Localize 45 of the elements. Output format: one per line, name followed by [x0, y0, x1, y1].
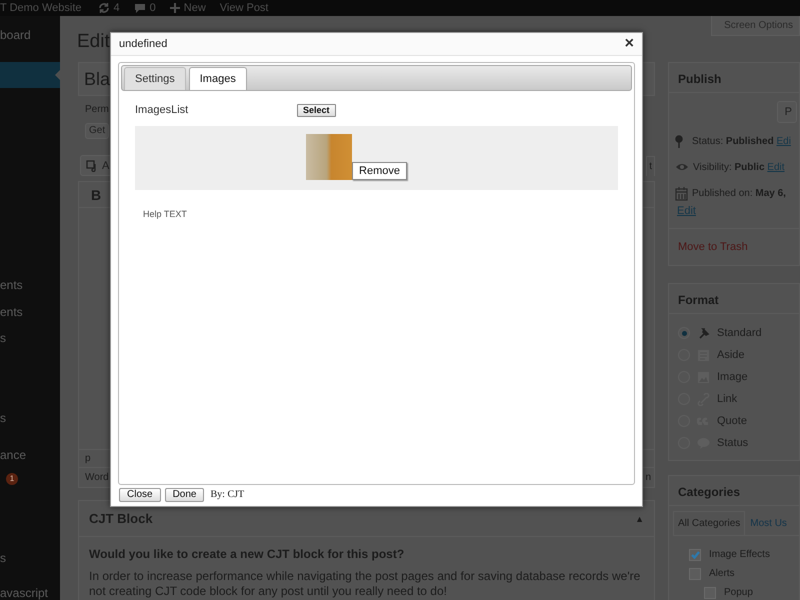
active-pointer — [55, 70, 60, 80]
close-button[interactable]: × — [624, 36, 634, 52]
media-icon — [86, 160, 98, 172]
checkbox[interactable] — [689, 568, 701, 580]
sidebar-item[interactable]: s — [0, 545, 60, 571]
checkbox[interactable] — [689, 548, 701, 560]
help-text: Help TEXT — [143, 208, 188, 221]
tab[interactable]: Settings — [124, 67, 186, 90]
site-name-link[interactable]: T Demo Website — [0, 0, 82, 16]
edit-link[interactable]: Edit — [767, 162, 785, 173]
plus-icon[interactable] — [170, 3, 180, 13]
category-tab[interactable]: Most Us — [745, 511, 792, 535]
sidebar-item[interactable] — [0, 62, 60, 88]
view-post-link[interactable]: View Post — [220, 0, 268, 16]
update-badge: 1 — [6, 473, 18, 485]
checkbox[interactable] — [704, 586, 716, 598]
dialog-title: undefined — [119, 37, 168, 52]
sidebar-item[interactable]: s — [0, 325, 60, 351]
box-title: Publish — [669, 63, 799, 93]
box-title: Format — [669, 284, 799, 314]
sidebar-item[interactable]: avascript — [0, 580, 60, 600]
radio-button[interactable] — [678, 327, 690, 339]
tab[interactable]: Images — [188, 67, 247, 90]
credit-link[interactable]: CJT — [227, 489, 244, 500]
new-link[interactable]: New — [184, 0, 206, 16]
comment-icon[interactable] — [134, 2, 146, 14]
remove-button[interactable]: Remove — [352, 162, 407, 180]
edit-link[interactable]: Edit — [677, 205, 696, 217]
select-button[interactable]: Select — [297, 104, 336, 117]
field-label: ImagesList — [135, 103, 190, 118]
refresh-icon[interactable] — [98, 2, 110, 14]
sidebar-item[interactable]: ents — [0, 299, 60, 325]
trash-link[interactable]: Move to Trash — [669, 228, 799, 266]
dialog-button[interactable]: Done — [164, 488, 204, 502]
box-title: Categories — [669, 476, 799, 506]
dialog-button[interactable]: Close — [119, 488, 161, 502]
credit-text: By: CJT — [210, 488, 244, 502]
sidebar-item[interactable]: s — [0, 405, 60, 431]
edit-link[interactable]: Edi — [776, 136, 791, 147]
update-count[interactable]: 4 — [114, 0, 120, 16]
comment-count[interactable]: 0 — [150, 0, 156, 16]
sidebar-item[interactable]: board — [0, 22, 60, 48]
calendar-icon — [675, 187, 688, 201]
sidebar-item[interactable]: ents — [0, 272, 60, 298]
photo-placeholder — [306, 134, 352, 180]
